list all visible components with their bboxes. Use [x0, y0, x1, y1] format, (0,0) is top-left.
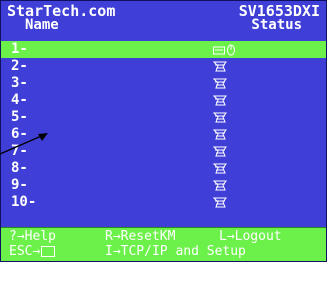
port-status-icon: [213, 129, 243, 141]
port-label: 9-: [11, 177, 28, 193]
reset-km-hotkey[interactable]: R→ResetKM: [105, 230, 175, 244]
port-label: 10-: [11, 194, 37, 210]
port-status-icon: [213, 61, 243, 73]
port-row[interactable]: 5-: [1, 109, 326, 126]
column-header-name: Name: [25, 17, 59, 33]
port-status-icon: [213, 95, 243, 107]
port-label: 2-: [11, 58, 28, 74]
port-status-icon: [213, 180, 243, 192]
port-row[interactable]: 2-: [1, 58, 326, 75]
logout-hotkey[interactable]: L→Logout: [219, 230, 282, 244]
column-header-status: Status: [251, 17, 302, 33]
help-hotkey[interactable]: ?→Help: [9, 230, 56, 244]
port-label: 1-: [11, 41, 28, 57]
brand-title: StarTech.com: [7, 2, 116, 20]
port-status-icon: [213, 163, 243, 175]
port-status-icon: [213, 197, 243, 209]
port-row[interactable]: 3-: [1, 75, 326, 92]
keyboard-mouse-icon: [213, 44, 243, 56]
esc-hotkey[interactable]: ESC→: [9, 244, 56, 259]
exit-box-icon: [41, 246, 56, 257]
port-label: 5-: [11, 109, 28, 125]
mouse-pointer-icon: [0, 133, 48, 155]
port-status-icon: [213, 78, 243, 90]
port-row[interactable]: 8-: [1, 160, 326, 177]
column-headers: Name Status: [7, 18, 320, 33]
tcpip-setup-hotkey[interactable]: I→TCP/IP and Setup: [105, 245, 246, 259]
esc-label: ESC→: [9, 244, 41, 259]
port-status-icon: [213, 146, 243, 158]
port-label: 8-: [11, 160, 28, 176]
port-list: 1- 2- 3- 4- 5- 6- 7- 8- 9- 10-: [1, 41, 326, 211]
port-status-icon: [213, 112, 243, 124]
port-label: 3-: [11, 75, 28, 91]
port-row[interactable]: 1-: [1, 41, 326, 58]
port-row[interactable]: 10-: [1, 194, 326, 211]
footer-line-2: ESC→ I→TCP/IP and Setup: [9, 245, 322, 301]
hotkey-footer: ?→Help R→ResetKM L→Logout ESC→ I→TCP/IP …: [1, 227, 326, 261]
port-row[interactable]: 4-: [1, 92, 326, 109]
port-row[interactable]: 9-: [1, 177, 326, 194]
port-label: 4-: [11, 92, 28, 108]
